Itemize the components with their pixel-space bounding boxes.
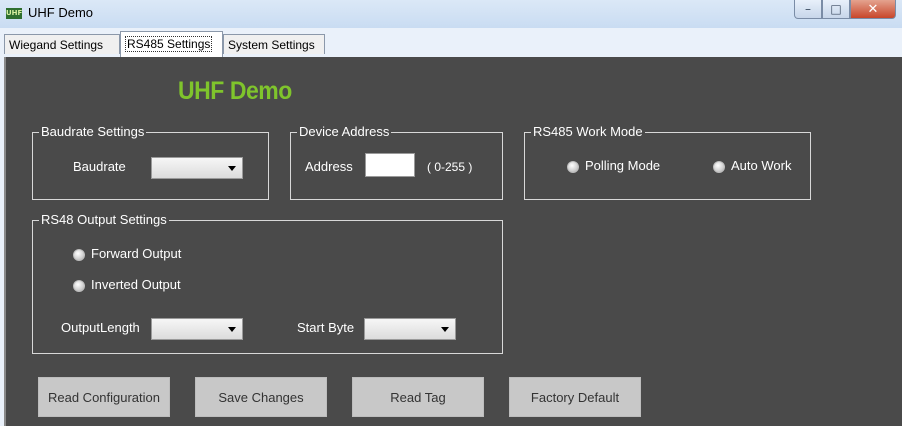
tab-label: RS485 Settings — [125, 36, 213, 52]
app-logo-icon: UHF — [6, 8, 23, 19]
output-length-label: OutputLength — [61, 320, 140, 335]
inverted-output-label: Inverted Output — [91, 277, 181, 292]
start-byte-select[interactable] — [364, 318, 456, 340]
output-settings-group: RS48 Output Settings Forward Output Inve… — [32, 212, 503, 354]
read-configuration-button[interactable]: Read Configuration — [38, 377, 170, 417]
close-button[interactable]: ✕ — [850, 0, 896, 19]
maximize-button[interactable]: □ — [822, 0, 850, 19]
baudrate-select[interactable] — [151, 157, 243, 179]
group-title: RS485 Work Mode — [531, 124, 645, 140]
tab-label: System Settings — [228, 38, 315, 52]
inverted-output-radio[interactable] — [73, 280, 85, 292]
tab-strip: Wiegand Settings RS485 Settings System S… — [0, 28, 902, 57]
chevron-down-icon — [228, 166, 236, 171]
group-title: Baudrate Settings — [39, 124, 147, 140]
rs485-work-mode-group: RS485 Work Mode Polling Mode Auto Work — [524, 124, 811, 200]
chevron-down-icon — [228, 327, 236, 332]
title-bar[interactable]: UHF UHF Demo – □ ✕ — [0, 0, 902, 28]
save-changes-button[interactable]: Save Changes — [195, 377, 327, 417]
polling-mode-label: Polling Mode — [585, 158, 661, 173]
auto-work-radio[interactable] — [713, 161, 725, 173]
address-input[interactable] — [365, 153, 415, 177]
tab-wiegand-settings[interactable]: Wiegand Settings — [4, 34, 120, 54]
app-window: UHF UHF Demo – □ ✕ Wiegand Settings RS48… — [0, 0, 902, 426]
forward-output-radio[interactable] — [73, 249, 85, 261]
baudrate-settings-group: Baudrate Settings Baudrate — [32, 124, 269, 200]
auto-work-label: Auto Work — [731, 158, 792, 173]
start-byte-label: Start Byte — [297, 320, 355, 335]
forward-output-label: Forward Output — [91, 246, 182, 261]
baudrate-label: Baudrate — [73, 159, 126, 174]
minimize-button[interactable]: – — [794, 0, 822, 19]
minimize-icon: – — [805, 2, 811, 16]
address-range-hint: ( 0-255 ) — [427, 160, 473, 174]
factory-default-button[interactable]: Factory Default — [509, 377, 641, 417]
tab-system-settings[interactable]: System Settings — [223, 34, 325, 54]
read-tag-button[interactable]: Read Tag — [352, 377, 484, 417]
output-length-select[interactable] — [151, 318, 243, 340]
page-title: UHF Demo — [178, 77, 292, 105]
tab-rs485-settings[interactable]: RS485 Settings — [120, 31, 223, 57]
group-title: Device Address — [297, 124, 392, 140]
device-address-group: Device Address Address ( 0-255 ) — [290, 124, 503, 200]
address-label: Address — [305, 159, 353, 174]
chevron-down-icon — [441, 327, 449, 332]
tab-label: Wiegand Settings — [9, 38, 104, 52]
group-title: RS48 Output Settings — [39, 212, 169, 228]
rs485-settings-panel: UHF Demo Baudrate Settings Baudrate Devi… — [4, 57, 902, 426]
polling-mode-radio[interactable] — [567, 161, 579, 173]
window-controls: – □ ✕ — [794, 0, 896, 20]
close-icon: ✕ — [867, 1, 879, 17]
maximize-icon: □ — [830, 2, 842, 16]
window-title: UHF Demo — [28, 5, 94, 20]
